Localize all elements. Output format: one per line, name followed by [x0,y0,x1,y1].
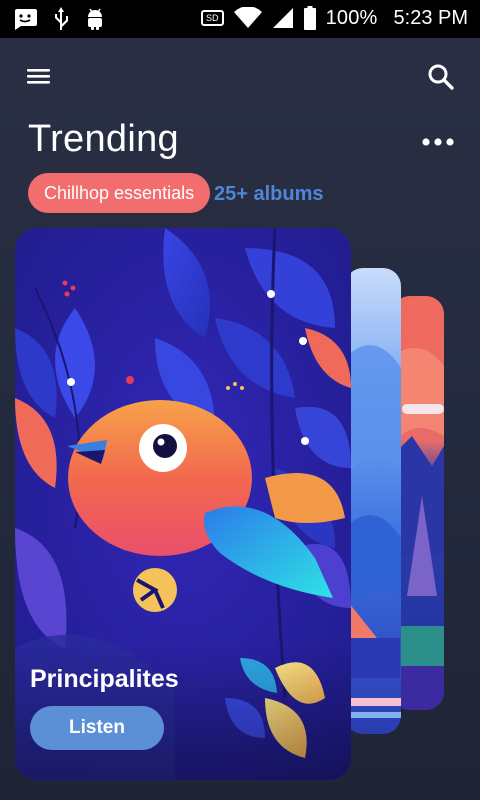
status-bar-system: SD 100% 5:23 PM [201,6,468,30]
page-title: Trending [28,118,179,160]
album-card-back-1[interactable] [345,268,401,734]
clock: 5:23 PM [393,6,468,29]
status-bar-notifications [12,6,106,32]
featured-album-card[interactable] [15,228,351,780]
album-artwork-bird [15,228,351,780]
sd-card-icon: SD [201,10,224,26]
album-count[interactable]: 25+ albums [214,183,324,206]
status-bar: SD 100% 5:23 PM [0,0,480,38]
album-title: Principalites [30,665,179,693]
search-icon[interactable] [426,62,456,92]
hamburger-menu-icon[interactable] [26,64,52,88]
category-chip[interactable]: Chillhop essentials [28,173,211,213]
signal-icon [272,8,293,28]
usb-icon [55,7,68,30]
more-horizontal-icon[interactable] [420,132,456,152]
message-icon [15,9,37,30]
wifi-icon [233,7,262,28]
android-icon [88,8,102,30]
battery-icon [303,6,316,30]
battery-percent: 100% [325,6,378,29]
listen-button[interactable]: Listen [30,706,164,750]
album-artwork-waves [345,268,401,734]
